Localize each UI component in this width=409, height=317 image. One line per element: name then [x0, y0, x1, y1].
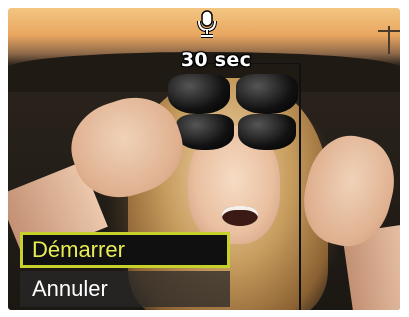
microphone-icon — [197, 10, 217, 38]
start-button[interactable]: Démarrer — [20, 232, 230, 268]
cancel-button-label: Annuler — [32, 276, 108, 301]
start-button-label: Démarrer — [32, 237, 125, 262]
recording-duration: 30 sec — [180, 49, 252, 71]
cancel-button[interactable]: Annuler — [20, 271, 230, 307]
voice-memo-menu: Démarrer Annuler — [20, 232, 230, 307]
utility-pole — [378, 26, 400, 54]
